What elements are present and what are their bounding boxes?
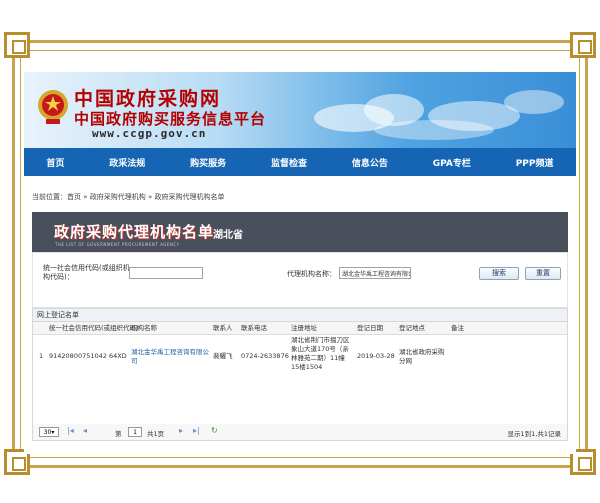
national-emblem-icon (38, 90, 68, 124)
col-place[interactable]: 登记地点 (399, 322, 425, 334)
col-address[interactable]: 注册地址 (291, 322, 317, 334)
nav-purchase-services[interactable]: 购买服务 (190, 156, 226, 169)
frame-corner-ornament (4, 32, 30, 58)
site-url: www.ccgp.gov.cn (92, 127, 207, 140)
site-title: 中国政府采购网 (74, 88, 222, 110)
nav-home[interactable]: 首页 (46, 156, 64, 169)
col-phone[interactable]: 联系电话 (241, 322, 267, 334)
row-address: 湖北省荆门市掇刀区象山大道170号（亲林雅苑二期）11幢15楼1504 (291, 336, 350, 371)
section-title: 政府采购代理机构名单 (54, 223, 215, 241)
col-date[interactable]: 登记日期 (357, 322, 383, 334)
results-grid: 网上登记名单 统一社会信用代码(或组织代码) 机构名称 联系人 联系电话 注册地… (32, 308, 568, 428)
frame-corner-ornament (570, 32, 596, 58)
breadcrumb[interactable]: 当前位置：首页 » 政府采购代理机构 » 政府采购代理机构名单 (32, 192, 224, 202)
page-total: 共1页 (147, 430, 165, 438)
website-screenshot: 中国政府采购网 中国政府购买服务信息平台 www.ccgp.gov.cn 首页 … (24, 72, 576, 454)
col-agency-name[interactable]: 机构名称 (131, 322, 157, 334)
credit-code-input[interactable] (129, 267, 203, 279)
next-page-icon[interactable]: ▸ (179, 426, 183, 435)
clouds-decoration (314, 90, 564, 140)
agency-name-input[interactable]: 湖北金华禹工程咨询有限公 (339, 267, 411, 279)
site-subtitle: 中国政府购买服务信息平台 (74, 110, 267, 128)
row-phone: 0724-2633876 (241, 352, 289, 360)
row-index: 1 (39, 352, 44, 360)
nav-supervision[interactable]: 监督检查 (271, 156, 307, 169)
nav-announcements[interactable]: 信息公告 (352, 156, 388, 169)
search-form: 统一社会信用代码(或组织机构代码)： 代理机构名称： 湖北金华禹工程咨询有限公 … (32, 252, 568, 308)
row-credit-code: 91420800751042 64XD (49, 352, 127, 360)
nav-gpa[interactable]: GPA专栏 (433, 156, 471, 169)
grid-header: 统一社会信用代码(或组织代码) 机构名称 联系人 联系电话 注册地址 登记日期 … (33, 322, 567, 335)
page-number-input[interactable]: 1 (128, 427, 142, 437)
nav-regulations[interactable]: 政采法规 (109, 156, 145, 169)
search-button[interactable]: 搜索 (479, 267, 519, 280)
nav-ppp[interactable]: PPP频道 (516, 156, 554, 169)
agency-name-label: 代理机构名称： (287, 270, 336, 278)
table-row[interactable]: 1 91420800751042 64XD 湖北金华禹工程咨询有限公司 裴耀飞 … (33, 336, 567, 388)
first-page-icon[interactable]: |◂ (67, 426, 74, 435)
col-contact[interactable]: 联系人 (213, 322, 233, 334)
section-header: 政府采购代理机构名单 湖北省 THE LIST OF GOVERNMENT PR… (32, 212, 568, 252)
prev-page-icon[interactable]: ◂ (83, 426, 87, 435)
refresh-icon[interactable]: ↻ (211, 426, 218, 435)
row-agency-name-link[interactable]: 湖北金华禹工程咨询有限公司 (131, 348, 209, 366)
section-region: 湖北省 (213, 230, 243, 241)
pagination-bar: 30▾ |◂ ◂ 第 1 共1页 ▸ ▸| ↻ 显示1到1,共1记录 (32, 424, 568, 441)
credit-code-label: 统一社会信用代码(或组织机构代码)： (43, 264, 130, 281)
section-english-caption: THE LIST OF GOVERNMENT PROCUREMENT AGENC… (55, 242, 180, 247)
row-date: 2019-03-28 (357, 352, 395, 360)
page-size-select[interactable]: 30▾ (39, 427, 59, 437)
page-size-value: 30 (43, 429, 52, 436)
last-page-icon[interactable]: ▸| (193, 426, 200, 435)
row-contact: 裴耀飞 (213, 352, 233, 360)
page-prefix: 第 (115, 430, 122, 438)
col-credit-code[interactable]: 统一社会信用代码(或组织代码) (49, 322, 139, 334)
col-note[interactable]: 备注 (451, 322, 464, 334)
site-banner: 中国政府采购网 中国政府购买服务信息平台 www.ccgp.gov.cn (24, 72, 576, 148)
grid-title: 网上登记名单 (33, 309, 567, 322)
main-nav: 首页 政采法规 购买服务 监督检查 信息公告 GPA专栏 PPP频道 (24, 148, 576, 176)
row-place: 湖北省政府采购分网 (399, 348, 445, 365)
reset-button[interactable]: 重置 (525, 267, 561, 280)
record-info: 显示1到1,共1记录 (507, 430, 561, 438)
